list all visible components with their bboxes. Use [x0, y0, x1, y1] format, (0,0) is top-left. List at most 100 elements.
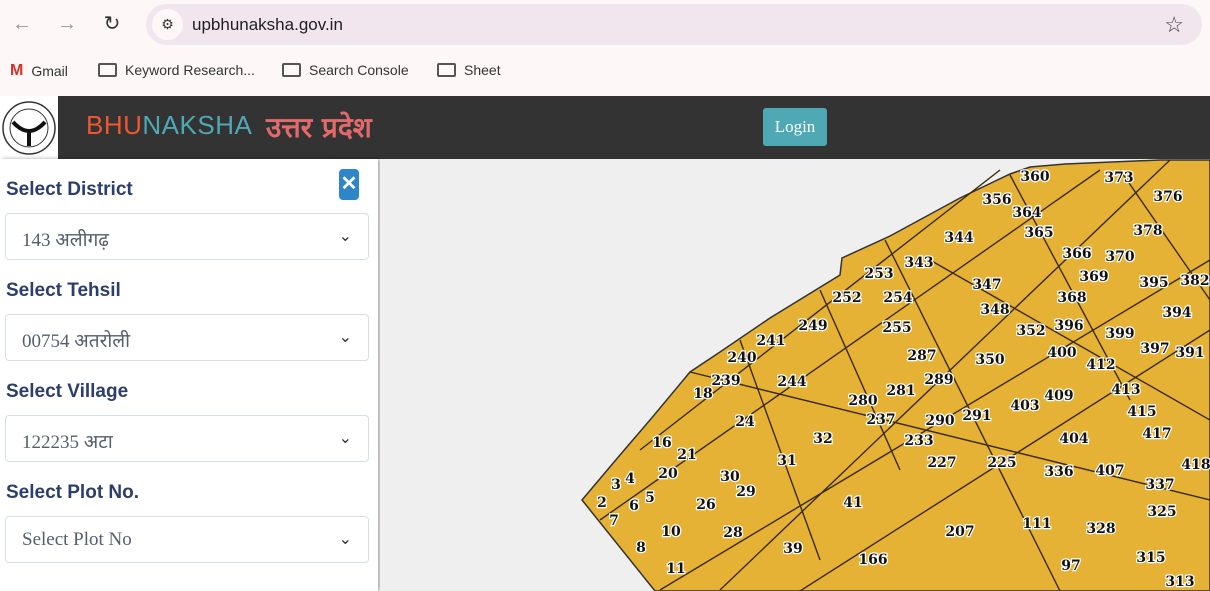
plot-label[interactable]: 403 [1009, 397, 1041, 416]
plot-label[interactable]: 365 [1023, 224, 1055, 243]
plot-label[interactable]: 313 [1164, 573, 1196, 591]
plot-label[interactable]: 412 [1085, 356, 1117, 375]
bookmark-star-icon[interactable]: ☆ [1164, 12, 1184, 38]
plot-label[interactable]: 39 [782, 540, 804, 559]
address-bar[interactable]: ⚙ upbhunaksha.gov.in ☆ [146, 4, 1202, 45]
plot-label[interactable]: 18 [692, 385, 714, 404]
plot-label[interactable]: 366 [1061, 245, 1093, 264]
plot-label[interactable]: 348 [979, 301, 1011, 320]
plot-label[interactable]: 328 [1085, 520, 1117, 539]
plot-label[interactable]: 368 [1056, 289, 1088, 308]
plot-label[interactable]: 241 [755, 332, 787, 351]
plot-label[interactable]: 287 [906, 347, 938, 366]
plot-label[interactable]: 227 [926, 454, 958, 473]
plot-label[interactable]: 344 [943, 229, 975, 248]
plot-label[interactable]: 5 [644, 489, 656, 508]
plot-label[interactable]: 253 [863, 265, 895, 284]
plot-label[interactable]: 396 [1053, 317, 1085, 336]
plot-label[interactable]: 391 [1174, 344, 1206, 363]
plot-label[interactable]: 370 [1104, 248, 1136, 267]
forward-icon[interactable]: → [55, 12, 79, 36]
plot-label[interactable]: 315 [1135, 549, 1167, 568]
plot-label[interactable]: 291 [961, 407, 993, 426]
plot-label[interactable]: 382 [1179, 272, 1210, 291]
bookmark-gmail[interactable]: M Gmail [10, 62, 68, 80]
plot-label[interactable]: 409 [1043, 387, 1075, 406]
plot-label[interactable]: 233 [903, 432, 935, 451]
plot-label[interactable]: 404 [1058, 430, 1090, 449]
plot-label[interactable]: 21 [676, 446, 698, 465]
plot-label[interactable]: 225 [986, 454, 1018, 473]
plot-label[interactable]: 237 [865, 411, 897, 430]
plot-label[interactable]: 32 [812, 430, 834, 449]
plot-label[interactable]: 11 [665, 560, 687, 579]
back-icon[interactable]: ← [10, 12, 34, 36]
plot-label[interactable]: 290 [924, 412, 956, 431]
plot-label[interactable]: 10 [660, 523, 682, 542]
plot-label[interactable]: 255 [881, 319, 913, 338]
login-button[interactable]: Login [763, 108, 827, 146]
plot-label[interactable]: 397 [1139, 340, 1171, 359]
plot-label[interactable]: 360 [1019, 168, 1051, 187]
plot-label[interactable]: 29 [735, 483, 757, 502]
plot-label[interactable]: 30 [719, 468, 741, 487]
plot-label[interactable]: 2 [596, 494, 608, 513]
plot-label[interactable]: 252 [831, 289, 863, 308]
bookmark-keyword-research[interactable]: Keyword Research... [98, 62, 255, 78]
plot-label[interactable]: 97 [1060, 557, 1082, 576]
plot-label[interactable]: 24 [734, 413, 756, 432]
plot-label[interactable]: 249 [797, 317, 829, 336]
plot-select[interactable]: Select Plot No ⌄ [5, 516, 369, 563]
bookmark-sheet[interactable]: Sheet [437, 62, 501, 78]
plot-label[interactable]: 325 [1146, 503, 1178, 522]
site-settings-icon[interactable]: ⚙ [152, 9, 183, 40]
plot-label[interactable]: 413 [1110, 381, 1142, 400]
plot-label[interactable]: 415 [1126, 403, 1158, 422]
plot-label[interactable]: 31 [776, 452, 798, 471]
plot-label[interactable]: 417 [1141, 425, 1173, 444]
plot-label[interactable]: 7 [608, 512, 620, 531]
plot-label[interactable]: 399 [1104, 325, 1136, 344]
plot-label[interactable]: 239 [710, 372, 742, 391]
plot-label[interactable]: 378 [1132, 222, 1164, 241]
plot-label[interactable]: 418 [1180, 456, 1210, 475]
plot-label[interactable]: 394 [1161, 304, 1193, 323]
plot-label[interactable]: 289 [923, 371, 955, 390]
district-select[interactable]: 143 अलीगढ़ ⌄ [5, 213, 369, 260]
tehsil-select[interactable]: 00754 अतरोली ⌄ [5, 314, 369, 361]
plot-label[interactable]: 373 [1103, 169, 1135, 188]
plot-label[interactable]: 4 [624, 470, 637, 489]
plot-label[interactable]: 369 [1078, 268, 1110, 287]
village-select[interactable]: 122235 अटा ⌄ [5, 415, 369, 462]
reload-icon[interactable]: ↻ [100, 12, 124, 36]
plot-label[interactable]: 28 [722, 524, 744, 543]
bookmark-search-console[interactable]: Search Console [282, 62, 409, 78]
plot-label[interactable]: 280 [847, 392, 879, 411]
plot-label[interactable]: 364 [1011, 204, 1043, 223]
plot-label[interactable]: 352 [1015, 322, 1047, 341]
plot-label[interactable]: 336 [1043, 463, 1075, 482]
plot-label[interactable]: 6 [628, 497, 640, 516]
plot-label[interactable]: 244 [776, 373, 808, 392]
plot-label[interactable]: 343 [903, 254, 935, 273]
plot-label[interactable]: 20 [657, 465, 679, 484]
plot-label[interactable]: 111 [1021, 515, 1053, 534]
cadastral-map[interactable]: 373 360 356 364 376 344 365 366 378 370 343 253 369 3… [380, 159, 1210, 591]
plot-label[interactable]: 254 [882, 289, 914, 308]
plot-label[interactable]: 16 [651, 434, 673, 453]
plot-label[interactable]: 395 [1138, 274, 1170, 293]
plot-label[interactable]: 207 [944, 523, 976, 542]
plot-label[interactable]: 376 [1152, 188, 1184, 207]
plot-label[interactable]: 26 [695, 496, 717, 515]
plot-label[interactable]: 400 [1046, 344, 1078, 363]
plot-label[interactable]: 347 [971, 276, 1003, 295]
plot-label[interactable]: 281 [885, 382, 917, 401]
plot-label[interactable]: 337 [1144, 476, 1176, 495]
plot-label[interactable]: 407 [1094, 462, 1126, 481]
plot-label[interactable]: 350 [974, 351, 1006, 370]
plot-label[interactable]: 3 [610, 476, 622, 495]
plot-label[interactable]: 240 [726, 349, 758, 368]
plot-label[interactable]: 41 [842, 494, 864, 513]
plot-label[interactable]: 356 [981, 191, 1013, 210]
plot-label[interactable]: 8 [635, 539, 647, 558]
